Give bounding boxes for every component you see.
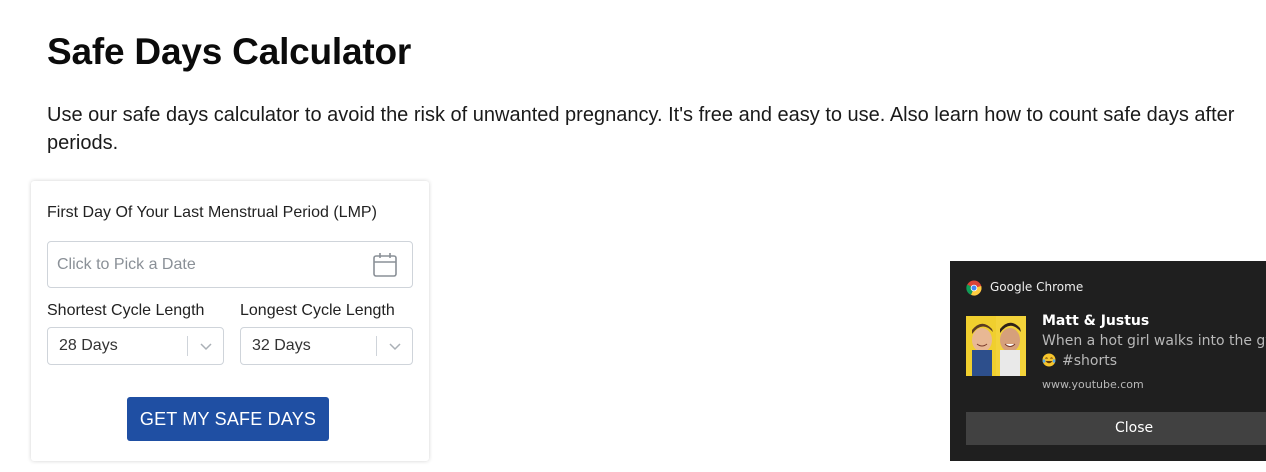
- notification-message: When a hot girl walks into the gym: [1042, 333, 1266, 349]
- shortest-cycle-select[interactable]: 28 Days: [47, 327, 224, 365]
- chrome-notification-toast[interactable]: Google Chrome Matt & Justus When a hot g…: [950, 261, 1266, 461]
- notification-app-name: Google Chrome: [990, 280, 1084, 294]
- chevron-down-icon: [389, 343, 401, 351]
- calendar-icon[interactable]: [372, 252, 398, 278]
- longest-cycle-select[interactable]: 32 Days: [240, 327, 413, 365]
- lmp-date-input[interactable]: Click to Pick a Date: [47, 241, 413, 288]
- notification-title: Matt & Justus: [1042, 313, 1150, 329]
- chevron-down-icon: [200, 343, 212, 351]
- longest-cycle-label: Longest Cycle Length: [240, 302, 395, 319]
- get-safe-days-button[interactable]: GET MY SAFE DAYS: [127, 397, 329, 441]
- shortest-cycle-label: Shortest Cycle Length: [47, 302, 205, 319]
- close-button-label: Close: [1115, 420, 1154, 436]
- notification-message-line2: #shorts: [1042, 353, 1117, 369]
- select-separator: [376, 336, 377, 356]
- page-intro: Use our safe days calculator to avoid th…: [47, 104, 1235, 154]
- tears-of-joy-emoji-icon: [1042, 353, 1056, 367]
- notification-close-button[interactable]: Close: [966, 412, 1266, 445]
- page: Safe Days Calculator Use our safe days c…: [0, 0, 1266, 472]
- notification-hashtag: #shorts: [1062, 353, 1118, 369]
- shortest-cycle-value: 28 Days: [59, 337, 118, 354]
- select-separator: [187, 336, 188, 356]
- date-placeholder: Click to Pick a Date: [57, 256, 196, 273]
- page-title: Safe Days Calculator: [47, 31, 412, 72]
- video-thumbnail: [966, 316, 1026, 376]
- lmp-label: First Day Of Your Last Menstrual Period …: [47, 204, 377, 221]
- chrome-icon: [966, 280, 982, 296]
- safe-days-calculator-card: First Day Of Your Last Menstrual Period …: [31, 181, 429, 461]
- notification-source: www.youtube.com: [1042, 378, 1144, 391]
- longest-cycle-value: 32 Days: [252, 337, 311, 354]
